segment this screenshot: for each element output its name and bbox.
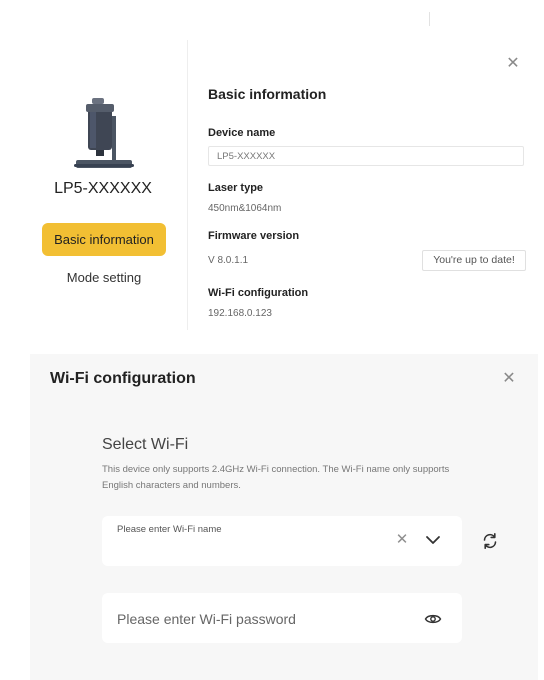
close-icon[interactable]: ✕ <box>505 56 521 72</box>
section-heading: Basic information <box>208 86 327 102</box>
refresh-icon[interactable] <box>481 532 499 550</box>
chevron-down-icon[interactable] <box>424 532 442 548</box>
close-icon[interactable]: ✕ <box>500 370 518 388</box>
laser-type-value: 450nm&1064nm <box>208 203 282 214</box>
basic-information-button[interactable]: Basic information <box>42 223 166 256</box>
wifi-password-placeholder: Please enter Wi-Fi password <box>117 611 296 627</box>
laser-device-image <box>74 98 134 168</box>
wifi-configuration-label: Wi-Fi configuration <box>208 287 309 299</box>
device-name-field[interactable]: LP5-XXXXXX <box>208 146 524 166</box>
device-name-title: LP5-XXXXXX <box>54 180 152 197</box>
wifi-description: This device only supports 2.4GHz Wi-Fi c… <box>102 464 450 491</box>
eye-icon[interactable] <box>424 612 442 626</box>
firmware-version-label: Firmware version <box>208 230 300 242</box>
wifi-panel-title: Wi-Fi configuration <box>50 370 196 387</box>
wifi-name-placeholder: Please enter Wi-Fi name <box>117 524 222 535</box>
wifi-ip-value: 192.168.0.123 <box>208 308 272 319</box>
laser-type-label: Laser type <box>208 182 264 194</box>
device-name-label: Device name <box>208 127 276 139</box>
top-divider <box>429 12 430 26</box>
firmware-version-value: V 8.0.1.1 <box>208 255 249 266</box>
mode-setting-button[interactable]: Mode setting <box>42 270 166 292</box>
up-to-date-button[interactable]: You're up to date! <box>422 250 526 271</box>
select-wifi-title: Select Wi-Fi <box>102 436 189 453</box>
clear-icon[interactable]: ✕ <box>394 532 410 548</box>
vertical-separator <box>187 40 188 330</box>
